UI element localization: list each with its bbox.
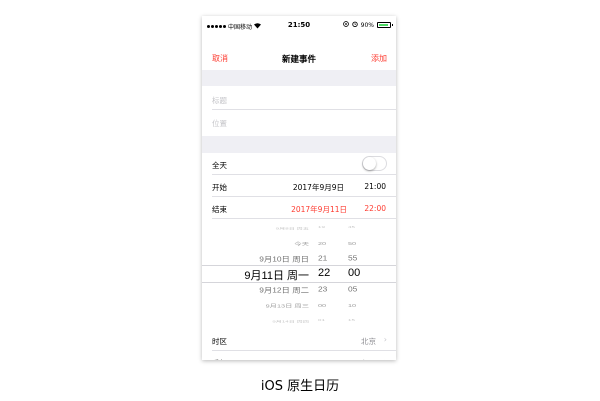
chevron-right-icon: › bbox=[383, 335, 387, 344]
picker-selection-line bbox=[202, 265, 396, 266]
picker-date-cell[interactable]: 9月8日 周五 bbox=[276, 226, 309, 230]
battery-icon bbox=[377, 22, 393, 28]
chevron-right-icon: › bbox=[384, 357, 387, 360]
picker-hour-cell[interactable]: 00 bbox=[318, 302, 326, 308]
picker-date-cell[interactable]: 9月14日 周四 bbox=[272, 319, 309, 323]
divider bbox=[212, 109, 396, 110]
timezone-row[interactable]: 时区 北京 › bbox=[202, 329, 396, 351]
battery-level bbox=[379, 24, 388, 26]
start-date: 2017年9月9日 bbox=[292, 183, 344, 192]
picker-minute-cell[interactable]: 05 bbox=[348, 285, 357, 293]
caption: iOS 原生日历 bbox=[260, 379, 340, 394]
picker-minute-cell[interactable]: 50 bbox=[348, 240, 356, 246]
picker-date-cell[interactable]: 今天 bbox=[294, 240, 309, 247]
picker-date-cell[interactable]: 9月12日 周二 bbox=[259, 285, 309, 295]
start-time: 21:00 bbox=[364, 182, 386, 191]
picker-date-cell[interactable]: 9月11日 周一 bbox=[244, 267, 309, 283]
section-spacer bbox=[202, 70, 396, 86]
picker-date-cell[interactable]: 9月13日 周三 bbox=[266, 302, 309, 309]
end-label: 结束 bbox=[212, 205, 227, 214]
picker-date-cell[interactable]: 9月10日 周日 bbox=[259, 254, 309, 264]
nav-bar: 取消 新建事件 添加 bbox=[202, 36, 396, 70]
start-label: 开始 bbox=[212, 183, 227, 192]
all-day-toggle[interactable] bbox=[362, 156, 387, 171]
picker-hour-cell[interactable]: 20 bbox=[318, 240, 326, 246]
title-placeholder: 标题 bbox=[212, 96, 227, 105]
picker-hour-cell[interactable]: 22 bbox=[318, 267, 330, 279]
repeat-label: 重复 bbox=[212, 358, 227, 360]
picker-minute-cell[interactable]: 15 bbox=[348, 319, 355, 322]
picker-minute-cell[interactable]: 00 bbox=[348, 267, 360, 279]
picker-minute-cell[interactable]: 45 bbox=[348, 226, 355, 229]
end-time: 22:00 bbox=[364, 204, 386, 213]
title-field[interactable]: 标题 bbox=[202, 88, 396, 110]
picker-hour-cell[interactable]: 01 bbox=[318, 319, 325, 322]
location-placeholder: 位置 bbox=[212, 119, 227, 128]
toggle-knob bbox=[363, 157, 376, 170]
timezone-label: 时区 bbox=[212, 337, 227, 346]
phone-screen: 中国移动 21:50 90% 取消 新建事件 添加 标题 位置 全天 开始 20… bbox=[202, 16, 396, 360]
all-day-row: 全天 bbox=[202, 153, 396, 175]
status-bar: 中国移动 21:50 90% bbox=[202, 16, 396, 36]
battery-percent: 90% bbox=[360, 21, 374, 29]
picker-hour-cell[interactable]: 21 bbox=[318, 254, 327, 262]
date-time-picker[interactable]: 9月8日 周五 19 45 今天 20 50 9月10日 周日 21 55 9月11日 周一 22 0… bbox=[202, 219, 396, 329]
repeat-value: 永不 bbox=[361, 358, 376, 360]
alarm-icon bbox=[351, 21, 358, 29]
repeat-row[interactable]: 重复 永不 › bbox=[202, 351, 396, 360]
location-field[interactable]: 位置 bbox=[202, 111, 396, 133]
end-date: 2017年9月11日 bbox=[291, 205, 347, 214]
start-row[interactable]: 开始 2017年9月9日 21:00 bbox=[202, 175, 396, 197]
page-title: 新建事件 bbox=[281, 55, 316, 65]
picker-hour-cell[interactable]: 23 bbox=[318, 285, 327, 293]
picker-minute-cell[interactable]: 55 bbox=[348, 254, 357, 262]
picker-minute-cell[interactable]: 10 bbox=[348, 302, 356, 308]
end-row[interactable]: 结束 2017年9月11日 22:00 bbox=[202, 197, 396, 219]
location-icon bbox=[342, 21, 349, 29]
picker-hour-cell[interactable]: 19 bbox=[318, 226, 325, 229]
status-right: 90% bbox=[342, 21, 393, 29]
all-day-label: 全天 bbox=[212, 161, 227, 170]
timezone-value: 北京 bbox=[361, 337, 376, 346]
add-button[interactable]: 添加 bbox=[371, 53, 387, 64]
section-spacer bbox=[202, 136, 396, 153]
